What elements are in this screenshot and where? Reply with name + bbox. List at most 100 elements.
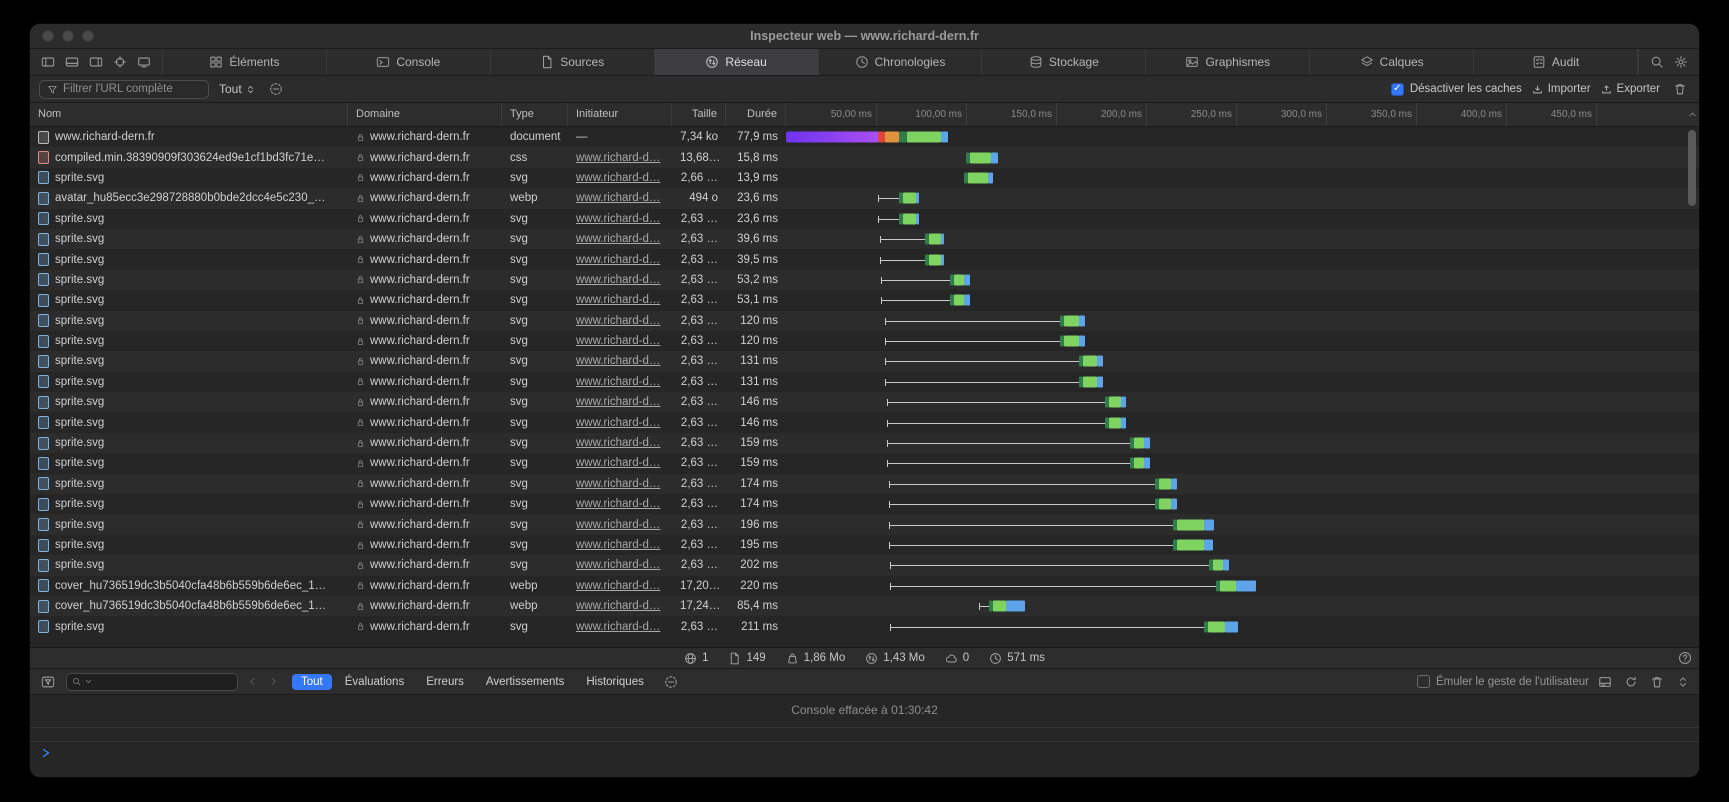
network-request-row[interactable]: sprite.svg www.richard-dern.fr svg www.r… [30,392,1699,412]
network-request-row[interactable]: sprite.svg www.richard-dern.fr svg www.r… [30,209,1699,229]
tab-calques[interactable]: Calques [1310,49,1474,75]
clear-console-button[interactable] [1649,674,1665,690]
url-filter-input[interactable] [63,83,193,95]
url-filter-field[interactable] [39,80,209,99]
tab-sources[interactable]: Sources [491,49,655,75]
row-initiator[interactable]: www.richard-d… [576,254,660,266]
row-initiator[interactable]: www.richard-d… [576,396,660,408]
row-initiator[interactable]: www.richard-d… [576,376,660,388]
network-request-row[interactable]: sprite.svg www.richard-dern.fr svg www.r… [30,474,1699,494]
close-window-button[interactable] [42,30,54,42]
row-initiator[interactable]: www.richard-d… [576,233,660,245]
console-search-field[interactable] [66,673,238,691]
zoom-window-button[interactable] [82,30,94,42]
network-request-row[interactable]: sprite.svg www.richard-dern.fr svg www.r… [30,433,1699,453]
row-initiator[interactable]: www.richard-d… [576,621,660,633]
row-initiator[interactable]: www.richard-d… [576,600,660,612]
emulate-user-gesture-checkbox[interactable] [1417,675,1430,688]
network-request-row[interactable]: sprite.svg www.richard-dern.fr svg www.r… [30,494,1699,514]
console-tab-erreurs[interactable]: Erreurs [417,674,473,690]
row-initiator[interactable]: www.richard-d… [576,213,660,225]
network-request-row[interactable]: compiled.min.38390909f303624ed9e1cf1bd3f… [30,147,1699,167]
row-initiator[interactable]: www.richard-d… [576,417,660,429]
console-scope-button[interactable] [661,673,681,691]
resource-type-filter[interactable]: Tout [219,82,256,96]
network-request-row[interactable]: cover_hu736519dc3b5040cfa48b6b559b6de6ec… [30,596,1699,616]
network-request-row[interactable]: sprite.svg www.richard-dern.fr svg www.r… [30,229,1699,249]
row-initiator[interactable]: www.richard-d… [576,315,660,327]
row-initiator[interactable]: www.richard-d… [576,478,660,490]
network-request-row[interactable]: sprite.svg www.richard-dern.fr svg www.r… [30,290,1699,310]
network-request-row[interactable]: sprite.svg www.richard-dern.fr svg www.r… [30,453,1699,473]
clear-network-items-button[interactable] [1670,80,1690,98]
console-tab-avertissements[interactable]: Avertissements [477,674,573,690]
minimize-window-button[interactable] [62,30,74,42]
row-initiator[interactable]: www.richard-d… [576,498,660,510]
tab-chronologies[interactable]: Chronologies [819,49,983,75]
network-request-row[interactable]: cover_hu736519dc3b5040cfa48b6b559b6de6ec… [30,576,1699,596]
console-tab-tout[interactable]: Tout [292,674,332,690]
tab-audit[interactable]: Audit [1474,49,1638,75]
row-initiator[interactable]: www.richard-d… [576,580,660,592]
network-request-row[interactable]: avatar_hu85ecc3e298728880b0bde2dcc4e5c23… [30,188,1699,208]
import-button[interactable]: Importer [1532,83,1591,95]
network-request-row[interactable]: sprite.svg www.richard-dern.fr svg www.r… [30,331,1699,351]
next-result-button[interactable] [267,675,280,688]
row-initiator[interactable]: www.richard-d… [576,335,660,347]
tab-elements[interactable]: Éléments [163,49,327,75]
network-request-row[interactable]: sprite.svg www.richard-dern.fr svg www.r… [30,249,1699,269]
settings-button[interactable] [1671,53,1691,71]
column-header-domain[interactable]: Domaine [348,103,502,126]
row-initiator[interactable]: www.richard-d… [576,152,660,164]
row-initiator[interactable]: www.richard-d… [576,437,660,449]
toggle-bottom-panel-button[interactable] [62,53,82,71]
export-button[interactable]: Exporter [1601,83,1660,95]
network-request-row[interactable]: sprite.svg www.richard-dern.fr svg www.r… [30,270,1699,290]
network-request-row[interactable]: sprite.svg www.richard-dern.fr svg www.r… [30,168,1699,188]
tab-graphismes[interactable]: Graphismes [1146,49,1310,75]
row-initiator[interactable]: www.richard-d… [576,294,660,306]
tab-stockage[interactable]: Stockage [982,49,1146,75]
row-initiator[interactable]: www.richard-d… [576,274,660,286]
disable-caches-toggle[interactable]: Désactiver les caches [1391,83,1522,96]
disable-caches-checkbox[interactable] [1391,83,1404,96]
network-request-row[interactable]: sprite.svg www.richard-dern.fr svg www.r… [30,514,1699,534]
column-header-duration[interactable]: Durée [726,103,786,126]
console-tab-evaluations[interactable]: Évaluations [336,674,413,690]
network-request-row[interactable]: sprite.svg www.richard-dern.fr svg www.r… [30,412,1699,432]
console-filter-button[interactable] [38,673,58,691]
device-preview-button[interactable] [134,53,154,71]
network-request-row[interactable]: sprite.svg www.richard-dern.fr svg www.r… [30,351,1699,371]
reload-button[interactable] [1623,674,1639,690]
expand-console-button[interactable] [1675,674,1691,690]
network-request-row[interactable]: sprite.svg www.richard-dern.fr svg www.r… [30,555,1699,575]
collapse-waterfall-button[interactable] [1685,103,1699,126]
filter-options-button[interactable] [266,80,286,98]
tab-reseau[interactable]: Réseau [655,49,819,75]
console-search-input[interactable] [96,676,232,688]
toggle-left-sidebar-button[interactable] [38,53,58,71]
column-header-initiator[interactable]: Initiateur [568,103,672,126]
network-request-row[interactable]: sprite.svg www.richard-dern.fr svg www.r… [30,311,1699,331]
split-console-button[interactable] [1597,674,1613,690]
network-request-row[interactable]: sprite.svg www.richard-dern.fr svg www.r… [30,372,1699,392]
previous-result-button[interactable] [246,675,259,688]
emulate-user-gesture-toggle[interactable]: Émuler le geste de l'utilisateur [1417,675,1589,688]
element-picker-button[interactable] [110,53,130,71]
row-initiator[interactable]: www.richard-d… [576,192,660,204]
row-initiator[interactable]: www.richard-d… [576,457,660,469]
console-tab-historiques[interactable]: Historiques [577,674,653,690]
row-initiator[interactable]: www.richard-d… [576,519,660,531]
console-prompt[interactable] [30,741,1699,764]
tab-console[interactable]: Console [327,49,491,75]
row-initiator[interactable]: www.richard-d… [576,559,660,571]
search-button[interactable] [1647,53,1667,71]
row-initiator[interactable]: www.richard-d… [576,355,660,367]
vertical-scrollbar-thumb[interactable] [1688,130,1696,206]
network-request-row[interactable]: sprite.svg www.richard-dern.fr svg www.r… [30,616,1699,636]
column-header-size[interactable]: Taille [672,103,726,126]
column-header-name[interactable]: Nom [30,103,348,126]
toggle-right-sidebar-button[interactable] [86,53,106,71]
column-header-type[interactable]: Type [502,103,568,126]
row-initiator[interactable]: www.richard-d… [576,172,660,184]
